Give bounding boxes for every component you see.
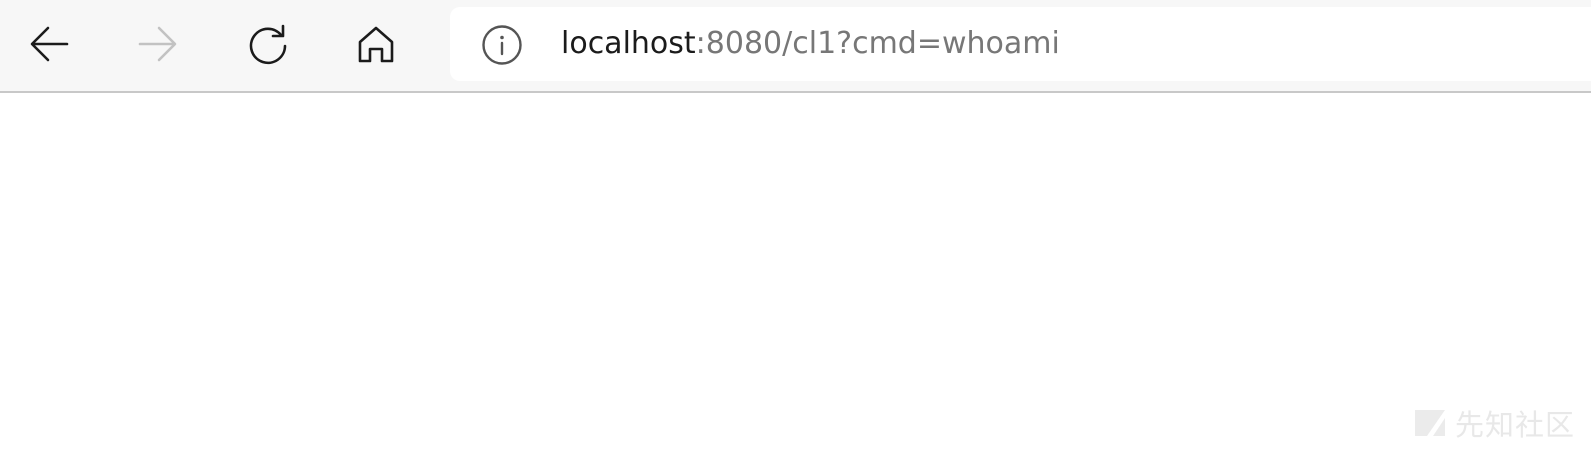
home-button[interactable] [346,14,406,74]
url-host: localhost [561,26,696,61]
info-circle-icon [482,25,522,65]
watermark: 先知社区 [1413,402,1575,444]
page-content: 先知社区 [0,93,1591,456]
site-info-button[interactable] [481,24,523,66]
watermark-logo-icon [1414,410,1445,436]
arrow-left-icon [30,26,69,62]
browser-toolbar: localhost:8080/cl1?cmd=whoami [0,0,1591,93]
forward-button[interactable] [128,14,188,74]
home-icon [358,26,394,63]
address-bar[interactable]: localhost:8080/cl1?cmd=whoami [450,7,1591,81]
url-path: :8080/cl1?cmd=whoami [695,26,1060,61]
url-text[interactable]: localhost:8080/cl1?cmd=whoami [561,24,1060,64]
refresh-icon [249,24,287,65]
watermark-text: 先知社区 [1454,408,1575,442]
refresh-button[interactable] [238,14,298,74]
arrow-right-icon [138,26,177,62]
back-button[interactable] [19,14,79,74]
